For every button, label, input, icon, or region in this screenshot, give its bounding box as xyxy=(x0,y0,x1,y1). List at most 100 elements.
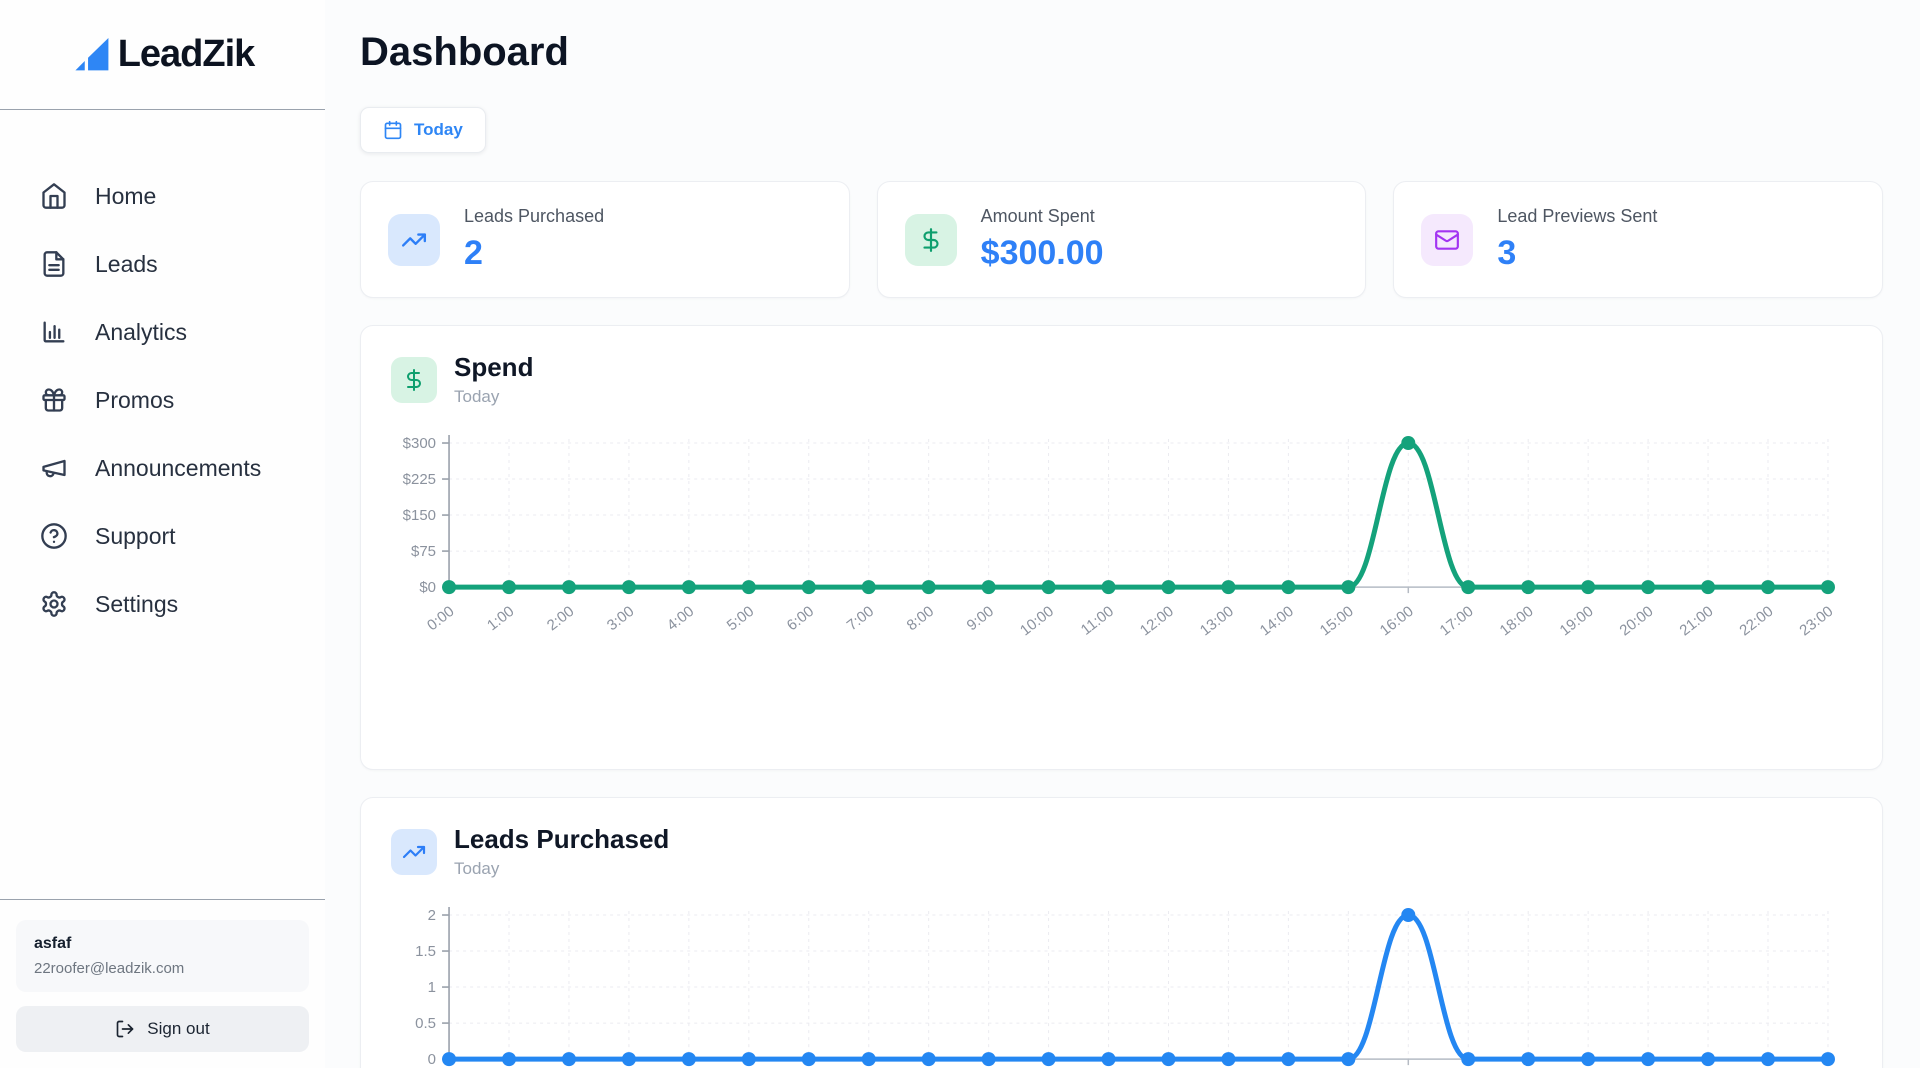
sidebar: LeadZik Home Leads Analytics Promos Anno… xyxy=(0,0,325,1068)
spend-chart-header: Spend Today xyxy=(391,352,1852,407)
stat-label: Lead Previews Sent xyxy=(1497,206,1657,227)
sidebar-footer: asfaf 22roofer@leadzik.com Sign out xyxy=(0,899,325,1068)
stat-value: 2 xyxy=(464,234,604,273)
brand-name: LeadZik xyxy=(118,33,255,76)
svg-text:$0: $0 xyxy=(419,579,436,596)
logout-icon xyxy=(115,1019,135,1039)
svg-text:10:00: 10:00 xyxy=(1017,603,1057,640)
stat-label: Leads Purchased xyxy=(464,206,604,227)
svg-text:23:00: 23:00 xyxy=(1796,603,1836,640)
sidebar-item-support[interactable]: Support xyxy=(40,502,325,570)
spend-chart-card: Spend Today $300 $225 $150 $75 $0 0:00 1:00 2:0… xyxy=(360,325,1883,770)
svg-text:1: 1 xyxy=(428,979,436,996)
svg-text:$225: $225 xyxy=(403,471,436,488)
date-filter-button[interactable]: Today xyxy=(360,107,486,153)
svg-text:$150: $150 xyxy=(403,507,436,524)
svg-text:18:00: 18:00 xyxy=(1497,603,1537,640)
svg-text:22:00: 22:00 xyxy=(1736,603,1776,640)
page-title: Dashboard xyxy=(360,30,1883,75)
svg-text:15:00: 15:00 xyxy=(1317,603,1357,640)
leads-purchased-chart-card: Leads Purchased Today 21.510.500:001:002… xyxy=(360,797,1883,1068)
svg-text:4:00: 4:00 xyxy=(664,603,697,634)
calendar-icon xyxy=(383,120,403,140)
brand-logo: LeadZik xyxy=(0,0,325,110)
stat-card-leads-purchased: Leads Purchased 2 xyxy=(360,181,850,298)
chart-icon-box xyxy=(391,829,437,875)
sidebar-item-label: Leads xyxy=(95,251,158,278)
home-icon xyxy=(40,182,68,210)
svg-text:6:00: 6:00 xyxy=(784,603,817,634)
dollar-icon xyxy=(918,227,944,253)
stat-icon-box xyxy=(388,214,440,266)
trending-up-icon xyxy=(402,840,426,864)
stat-icon-box xyxy=(1421,214,1473,266)
svg-text:16:00: 16:00 xyxy=(1377,603,1417,640)
date-filter-label: Today xyxy=(414,120,463,140)
svg-text:13:00: 13:00 xyxy=(1197,603,1237,640)
svg-text:1.5: 1.5 xyxy=(415,943,436,960)
chart-subtitle: Today xyxy=(454,387,533,407)
leads-chart-header: Leads Purchased Today xyxy=(391,824,1852,879)
svg-text:7:00: 7:00 xyxy=(844,603,877,634)
svg-text:$75: $75 xyxy=(411,543,436,560)
svg-text:1:00: 1:00 xyxy=(484,603,517,634)
user-name: asfaf xyxy=(34,935,291,953)
sidebar-item-analytics[interactable]: Analytics xyxy=(40,298,325,366)
stat-icon-box xyxy=(905,214,957,266)
chart-subtitle: Today xyxy=(454,859,669,879)
svg-text:0: 0 xyxy=(428,1051,436,1068)
stat-label: Amount Spent xyxy=(981,206,1104,227)
chart-icon-box xyxy=(391,357,437,403)
svg-text:$300: $300 xyxy=(403,435,436,452)
user-email: 22roofer@leadzik.com xyxy=(34,960,291,977)
gift-icon xyxy=(40,386,68,414)
svg-text:9:00: 9:00 xyxy=(964,603,997,634)
user-card: asfaf 22roofer@leadzik.com xyxy=(16,920,309,992)
svg-text:5:00: 5:00 xyxy=(724,603,757,634)
sidebar-item-label: Promos xyxy=(95,387,174,414)
svg-text:21:00: 21:00 xyxy=(1676,603,1716,640)
dollar-icon xyxy=(402,368,426,392)
chart-title: Spend xyxy=(454,352,533,383)
megaphone-icon xyxy=(40,454,68,482)
sidebar-item-label: Analytics xyxy=(95,319,187,346)
svg-text:14:00: 14:00 xyxy=(1257,603,1297,640)
sidebar-item-home[interactable]: Home xyxy=(40,162,325,230)
main-content: Dashboard Today Leads Purchased 2 Amount… xyxy=(325,0,1920,1068)
sign-out-button[interactable]: Sign out xyxy=(16,1006,309,1052)
svg-text:2:00: 2:00 xyxy=(544,603,577,634)
svg-text:3:00: 3:00 xyxy=(604,603,637,634)
leads-line-chart: 21.510.500:001:002:003:004:005:006:007:0… xyxy=(391,895,1852,1068)
svg-text:0:00: 0:00 xyxy=(424,603,457,634)
sidebar-nav: Home Leads Analytics Promos Announcement… xyxy=(0,110,325,638)
chart-title: Leads Purchased xyxy=(454,824,669,855)
stats-row: Leads Purchased 2 Amount Spent $300.00 L… xyxy=(360,181,1883,298)
file-text-icon xyxy=(40,250,68,278)
sidebar-item-announcements[interactable]: Announcements xyxy=(40,434,325,502)
trending-up-icon xyxy=(401,227,427,253)
svg-text:11:00: 11:00 xyxy=(1078,603,1117,639)
stat-card-lead-previews-sent: Lead Previews Sent 3 xyxy=(1393,181,1883,298)
sidebar-item-label: Settings xyxy=(95,591,178,618)
stat-card-amount-spent: Amount Spent $300.00 xyxy=(877,181,1367,298)
spend-line-chart: $300 $225 $150 $75 $0 0:00 1:00 2:00 3:00 4:00 5:0… xyxy=(391,423,1852,655)
svg-text:2: 2 xyxy=(428,907,436,924)
sidebar-item-leads[interactable]: Leads xyxy=(40,230,325,298)
mail-icon xyxy=(1434,227,1460,253)
sidebar-item-label: Support xyxy=(95,523,176,550)
svg-text:8:00: 8:00 xyxy=(904,603,937,634)
svg-text:17:00: 17:00 xyxy=(1437,603,1477,640)
sidebar-item-settings[interactable]: Settings xyxy=(40,570,325,638)
svg-text:19:00: 19:00 xyxy=(1557,603,1597,640)
leadzik-arrow-icon xyxy=(71,33,115,77)
gear-icon xyxy=(40,590,68,618)
svg-text:12:00: 12:00 xyxy=(1137,603,1177,640)
sidebar-item-promos[interactable]: Promos xyxy=(40,366,325,434)
sidebar-item-label: Announcements xyxy=(95,455,261,482)
bar-chart-icon xyxy=(40,318,68,346)
svg-text:0.5: 0.5 xyxy=(415,1015,436,1032)
stat-value: 3 xyxy=(1497,234,1657,273)
sign-out-label: Sign out xyxy=(147,1019,209,1039)
stat-value: $300.00 xyxy=(981,234,1104,273)
svg-text:20:00: 20:00 xyxy=(1617,603,1657,640)
